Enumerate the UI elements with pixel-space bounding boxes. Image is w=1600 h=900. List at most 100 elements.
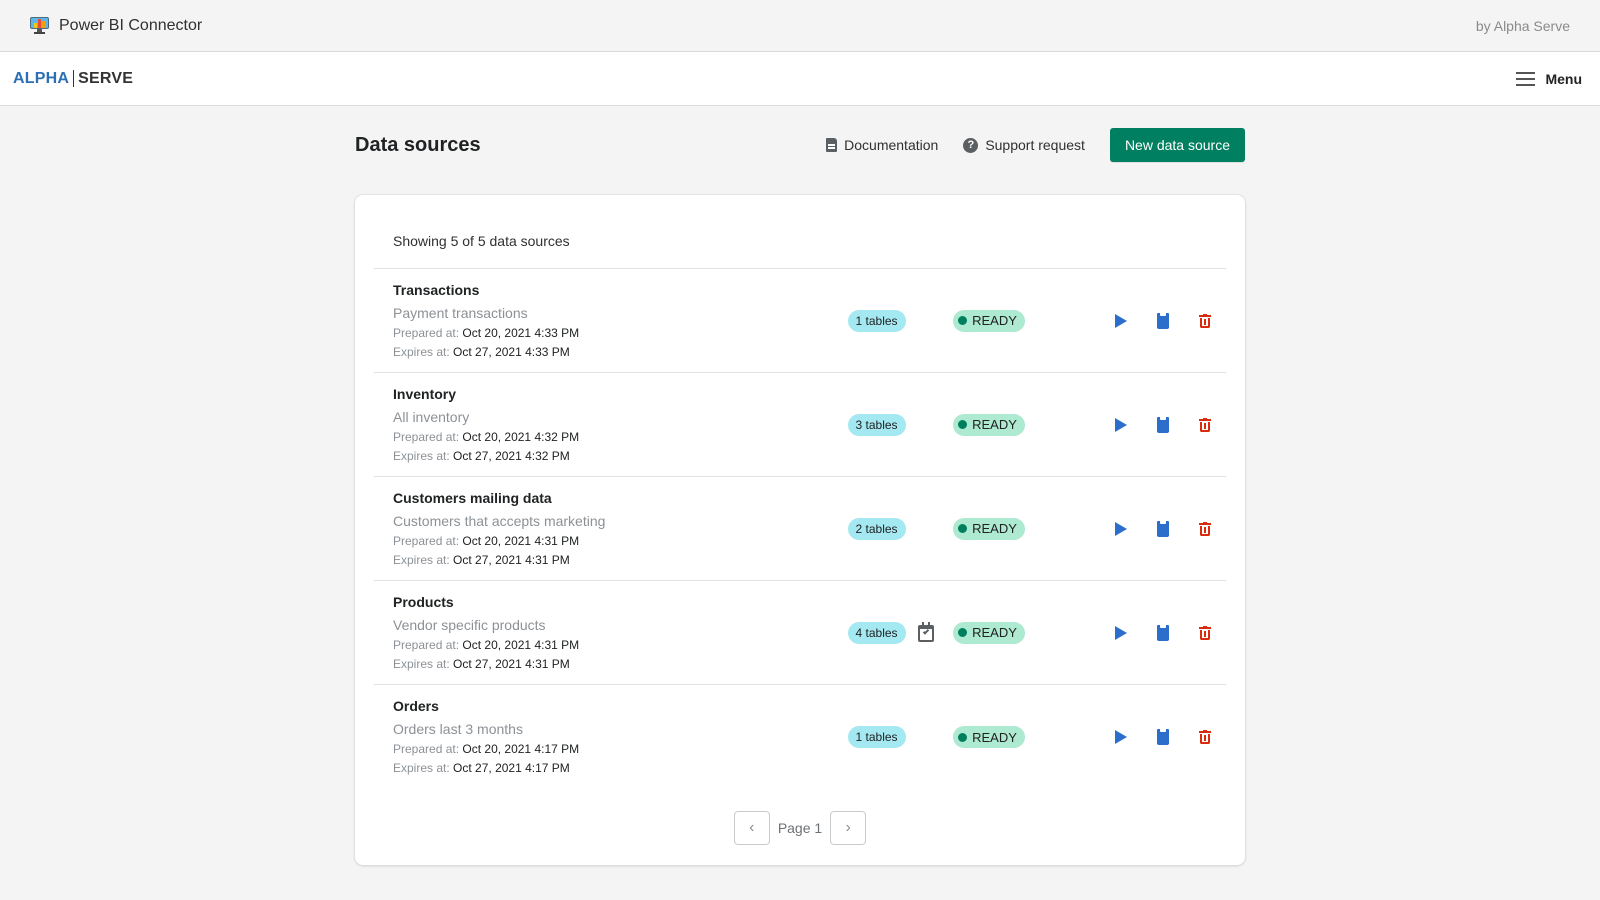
documentation-label: Documentation: [844, 137, 939, 153]
tables-count-badge: 1 tables: [847, 309, 906, 332]
data-source-name[interactable]: Transactions: [393, 282, 848, 299]
expires-at: Expires at: Oct 27, 2021 4:17 PM: [393, 761, 848, 776]
expires-at-value: Oct 27, 2021 4:32 PM: [453, 448, 570, 463]
clipboard-icon: [1156, 624, 1169, 641]
tables-count-badge: 2 tables: [847, 517, 906, 540]
play-icon: [1114, 730, 1127, 744]
status-badge: READY: [953, 309, 1025, 332]
alpha-serve-logo[interactable]: ALPHA SERVE: [13, 70, 133, 88]
delete-button[interactable]: [1184, 417, 1226, 432]
expires-at-label: Expires at:: [393, 344, 450, 359]
expires-at: Expires at: Oct 27, 2021 4:33 PM: [393, 345, 848, 360]
status-dot-icon: [958, 628, 968, 637]
prepared-at-label: Prepared at:: [393, 742, 460, 756]
clipboard-icon: [1156, 520, 1169, 537]
document-icon: [826, 138, 838, 152]
page-content: Data sources Documentation ? Support req…: [355, 106, 1245, 865]
copy-button[interactable]: [1142, 416, 1184, 433]
data-source-description: Orders last 3 months: [393, 721, 523, 737]
status-label: READY: [972, 729, 1017, 745]
trash-icon: [1198, 625, 1211, 640]
showing-count: Showing 5 of 5 data sources: [374, 215, 1226, 269]
tables-count-badge: 3 tables: [847, 413, 906, 436]
support-request-label: Support request: [985, 137, 1085, 153]
clipboard-icon: [1156, 416, 1169, 433]
expires-at-value: Oct 27, 2021 4:17 PM: [453, 761, 570, 775]
status-badge: READY: [953, 517, 1025, 540]
data-source-row: Customers mailing data Customers that ac…: [374, 477, 1226, 581]
prepared-at-label: Prepared at:: [393, 325, 460, 340]
page-header: Data sources Documentation ? Support req…: [355, 128, 1245, 162]
expires-at-label: Expires at:: [393, 656, 450, 671]
status-label: READY: [972, 313, 1017, 328]
delete-button[interactable]: [1184, 521, 1226, 536]
data-source-row: Inventory All inventory Prepared at: Oct…: [374, 373, 1226, 477]
status-badge: READY: [953, 621, 1025, 644]
tables-count-badge: 4 tables: [847, 621, 906, 644]
expires-at-label: Expires at:: [393, 761, 450, 775]
power-bi-monitor-icon: [30, 17, 49, 34]
vendor-credit: by Alpha Serve: [1475, 17, 1570, 34]
page-indicator: Page 1: [777, 820, 823, 836]
trash-icon: [1198, 417, 1211, 432]
app-topbar: Power BI Connector by Alpha Serve: [0, 0, 1600, 52]
delete-button[interactable]: [1184, 730, 1226, 744]
expires-at-value: Oct 27, 2021 4:31 PM: [453, 656, 570, 671]
prepared-at: Prepared at: Oct 20, 2021 4:17 PM: [393, 742, 848, 757]
status-label: READY: [972, 625, 1017, 640]
status-dot-icon: [958, 732, 968, 742]
prepared-at: Prepared at: Oct 20, 2021 4:31 PM: [393, 534, 848, 549]
expires-at-value: Oct 27, 2021 4:33 PM: [453, 344, 570, 359]
copy-button[interactable]: [1142, 520, 1184, 537]
logo-alpha-text: ALPHA: [13, 69, 70, 87]
prepared-at-value: Oct 20, 2021 4:32 PM: [462, 429, 580, 444]
run-button[interactable]: [1100, 313, 1142, 328]
data-source-description: Vendor specific products: [393, 616, 546, 633]
status-dot-icon: [958, 524, 968, 533]
clipboard-icon: [1156, 729, 1169, 745]
play-icon: [1114, 625, 1127, 640]
status-label: READY: [972, 521, 1017, 536]
trash-icon: [1198, 521, 1211, 536]
expires-at: Expires at: Oct 27, 2021 4:31 PM: [393, 657, 848, 672]
new-data-source-button[interactable]: New data source: [1109, 128, 1245, 162]
menu-button[interactable]: Menu: [1516, 71, 1582, 87]
prepared-at-value: Oct 20, 2021 4:17 PM: [462, 742, 580, 756]
prepared-at: Prepared at: Oct 20, 2021 4:32 PM: [393, 430, 848, 445]
logo-serve-text: SERVE: [78, 69, 134, 87]
support-request-link[interactable]: ? Support request: [963, 137, 1085, 153]
documentation-link[interactable]: Documentation: [826, 137, 938, 153]
delete-button[interactable]: [1184, 313, 1226, 328]
copy-button[interactable]: [1142, 312, 1184, 329]
expires-at: Expires at: Oct 27, 2021 4:32 PM: [393, 449, 848, 464]
run-button[interactable]: [1100, 625, 1142, 640]
run-button[interactable]: [1100, 730, 1142, 744]
data-source-row: Transactions Payment transactions Prepar…: [374, 269, 1226, 373]
expires-at-label: Expires at:: [393, 448, 450, 463]
expires-at-value: Oct 27, 2021 4:31 PM: [453, 552, 570, 567]
run-button[interactable]: [1100, 521, 1142, 536]
data-source-name[interactable]: Customers mailing data: [393, 490, 848, 507]
data-source-name[interactable]: Inventory: [393, 386, 848, 403]
data-source-description: Payment transactions: [393, 304, 528, 321]
prepared-at: Prepared at: Oct 20, 2021 4:33 PM: [393, 326, 848, 341]
copy-button[interactable]: [1142, 624, 1184, 641]
run-button[interactable]: [1100, 417, 1142, 432]
prepared-at-value: Oct 20, 2021 4:33 PM: [462, 325, 580, 340]
data-source-description: All inventory: [393, 408, 470, 425]
copy-button[interactable]: [1142, 729, 1184, 745]
status-dot-icon: [958, 316, 968, 325]
data-source-name[interactable]: Orders: [393, 698, 848, 715]
delete-button[interactable]: [1184, 625, 1226, 640]
calendar-check-icon[interactable]: [917, 622, 934, 642]
play-icon: [1114, 521, 1127, 536]
chevron-left-icon: ‹: [749, 819, 755, 836]
data-source-row: Products Vendor specific products Prepar…: [374, 581, 1226, 685]
next-page-button[interactable]: ›: [830, 811, 867, 845]
prepared-at-value: Oct 20, 2021 4:31 PM: [462, 637, 580, 652]
status-badge: READY: [953, 413, 1025, 436]
expires-at: Expires at: Oct 27, 2021 4:31 PM: [393, 553, 848, 568]
data-source-name[interactable]: Products: [393, 594, 848, 611]
prepared-at: Prepared at: Oct 20, 2021 4:31 PM: [393, 638, 848, 653]
previous-page-button[interactable]: ‹: [733, 811, 770, 845]
